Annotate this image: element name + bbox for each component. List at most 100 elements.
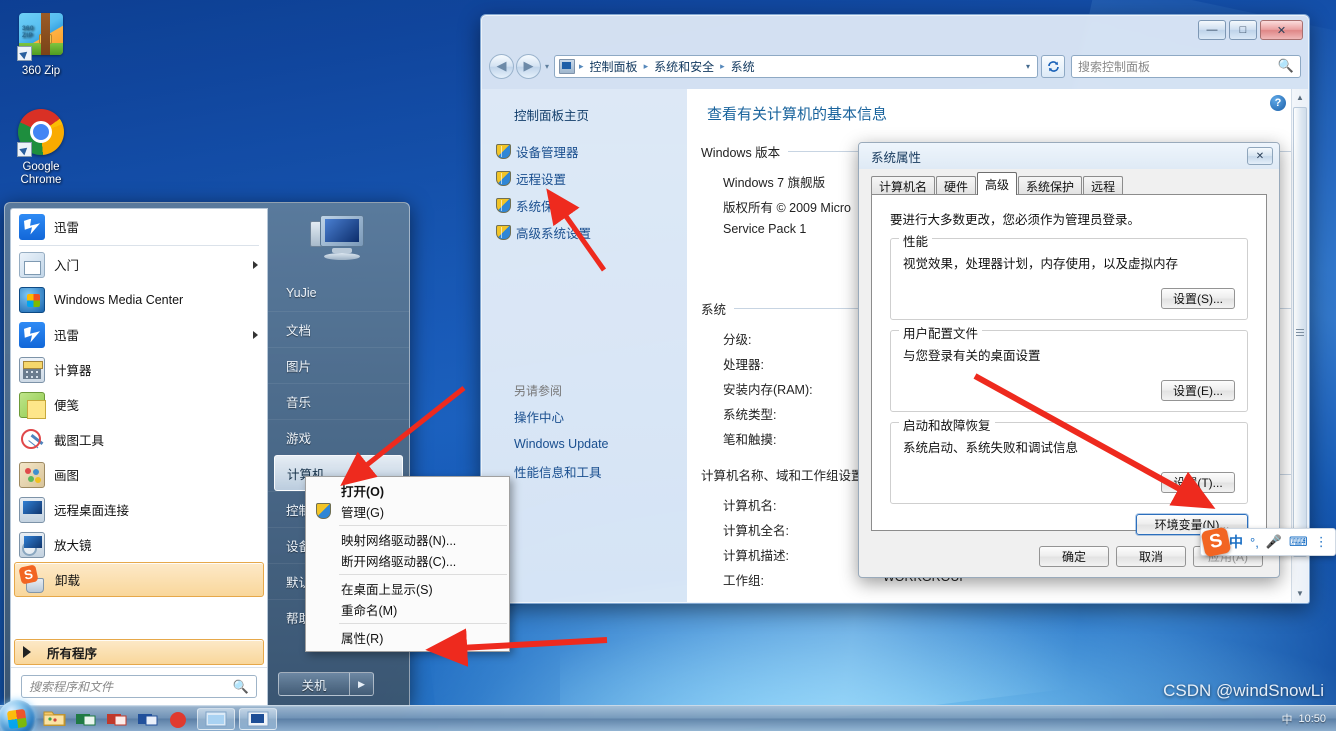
start-menu-item-paint[interactable]: 画图 <box>11 457 267 492</box>
start-menu-right-item-music[interactable]: 音乐 <box>268 383 409 419</box>
back-button[interactable]: ◀ <box>489 53 514 79</box>
start-menu-item-windows-media-center[interactable]: Windows Media Center <box>11 282 267 317</box>
paint-icon <box>19 461 45 488</box>
sidebar-item-home[interactable]: 控制面板主页 <box>482 103 687 138</box>
dialog-close-button[interactable]: ✕ <box>1247 147 1273 165</box>
taskbar[interactable]: 中 10:50 <box>0 699 1336 731</box>
desktop-icon-label-line1: Google <box>22 161 60 173</box>
ok-button[interactable]: 确定 <box>1039 546 1109 567</box>
sidebar-item-system-protection[interactable]: 系统保护 <box>482 192 687 219</box>
see-also-link-action-center[interactable]: 操作中心 <box>514 407 687 426</box>
context-menu-item-properties[interactable]: 属性(R) <box>306 627 509 648</box>
context-menu-item-map-network-drive[interactable]: 映射网络驱动器(N)... <box>306 529 509 550</box>
taskbar-quicklaunch-app-red[interactable] <box>105 708 131 730</box>
group-description: 系统启动、系统失败和调试信息 <box>903 441 1079 455</box>
start-menu-item-magnifier[interactable]: 放大镜 <box>11 527 267 562</box>
system-properties-dialog[interactable]: 系统属性 ✕ 计算机名 硬件 高级 系统保护 远程 要进行大多数更改，您必须作为… <box>858 142 1280 578</box>
menu-separator <box>339 525 507 526</box>
user-profiles-settings-button[interactable]: 设置(E)... <box>1161 380 1235 401</box>
sidebar-item-label: 系统保护 <box>516 200 567 214</box>
shutdown-options-arrow-icon[interactable]: ▶ <box>350 672 374 696</box>
group-performance: 性能 视觉效果，处理器计划，内存使用，以及虚拟内存 设置(S)... <box>890 231 1248 320</box>
scroll-down-arrow-icon[interactable]: ▼ <box>1292 585 1308 602</box>
taskbar-window-button-1[interactable] <box>197 707 235 730</box>
taskbar-quicklaunch-app-green[interactable] <box>74 708 100 730</box>
tab-remote[interactable]: 远程 <box>1083 176 1124 195</box>
chevron-down-icon[interactable]: ▾ <box>1026 62 1033 71</box>
vertical-scrollbar[interactable]: ▲ ▼ <box>1291 89 1308 602</box>
tab-hardware[interactable]: 硬件 <box>936 176 977 195</box>
breadcrumb-item-system[interactable]: 系统 <box>726 57 760 76</box>
recent-pages-dropdown-icon[interactable]: ▾ <box>545 62 549 71</box>
start-menu-item-label: Windows Media Center <box>54 292 184 307</box>
close-button[interactable]: ✕ <box>1260 20 1303 40</box>
ime-toolbar[interactable]: S 中 °, 🎤 ⌨ ⋮ <box>1200 526 1336 558</box>
refresh-button[interactable] <box>1041 54 1065 78</box>
tab-advanced[interactable]: 高级 <box>977 172 1018 195</box>
maximize-button[interactable]: □ <box>1229 20 1257 40</box>
thunder-icon <box>19 321 45 348</box>
start-menu-item-remote-desktop[interactable]: 远程桌面连接 <box>11 492 267 527</box>
more-icon[interactable]: ⋮ <box>1315 534 1328 550</box>
keyboard-icon[interactable]: ⌨ <box>1289 534 1308 550</box>
breadcrumb-item-system-security[interactable]: 系统和安全 <box>649 57 719 76</box>
start-menu-right-item-games[interactable]: 游戏 <box>268 419 409 455</box>
tray-language-indicator[interactable]: 中 <box>1281 711 1292 727</box>
taskbar-quicklaunch-app-blue[interactable] <box>136 708 162 730</box>
shutdown-button[interactable]: 关机 <box>278 672 350 696</box>
all-programs-button[interactable]: 所有程序 <box>14 639 264 665</box>
address-bar[interactable]: ▸ 控制面板 ▸ 系统和安全 ▸ 系统 ▾ <box>554 54 1038 78</box>
context-menu-item-show-on-desktop[interactable]: 在桌面上显示(S) <box>306 578 509 599</box>
start-menu-item-sticky-notes[interactable]: 便笺 <box>11 387 267 422</box>
ime-mode-indicator[interactable]: 中 <box>1229 532 1243 552</box>
see-also-link-windows-update[interactable]: Windows Update <box>514 437 687 451</box>
scrollbar-thumb[interactable] <box>1293 107 1307 557</box>
sidebar-item-device-manager[interactable]: 设备管理器 <box>482 138 687 165</box>
start-menu-search-input[interactable]: 搜索程序和文件 🔍 <box>21 675 257 698</box>
sidebar-item-remote-settings[interactable]: 远程设置 <box>482 165 687 192</box>
start-menu-item-label: 入门 <box>54 259 80 273</box>
taskbar-clock[interactable]: 10:50 <box>1298 713 1330 725</box>
context-menu-item-disconnect-network-drive[interactable]: 断开网络驱动器(C)... <box>306 550 509 571</box>
context-menu-item-manage[interactable]: 管理(G) <box>306 501 509 522</box>
start-menu-right-item-pictures[interactable]: 图片 <box>268 347 409 383</box>
ime-punctuation-icon[interactable]: °, <box>1250 535 1259 550</box>
desktop-icon-360zip[interactable]: 360 Zip <box>2 10 80 78</box>
help-icon[interactable]: ? <box>1270 95 1286 111</box>
avatar[interactable] <box>309 213 368 265</box>
scroll-up-arrow-icon[interactable]: ▲ <box>1292 89 1308 106</box>
taskbar-quicklaunch-app-circle[interactable] <box>167 708 193 730</box>
startup-recovery-settings-button[interactable]: 设置(T)... <box>1161 472 1235 493</box>
tab-computer-name[interactable]: 计算机名 <box>871 176 936 195</box>
cancel-button[interactable]: 取消 <box>1116 546 1186 567</box>
breadcrumb-item-control-panel[interactable]: 控制面板 <box>585 57 643 76</box>
context-menu-item-open[interactable]: 打开(O) <box>306 480 509 501</box>
performance-settings-button[interactable]: 设置(S)... <box>1161 288 1235 309</box>
tab-system-protection[interactable]: 系统保护 <box>1018 176 1083 195</box>
search-control-panel-input[interactable]: 搜索控制面板 🔍 <box>1071 54 1301 78</box>
start-button[interactable] <box>0 699 38 731</box>
microphone-icon[interactable]: 🎤 <box>1266 534 1282 550</box>
dialog-title: 系统属性 <box>871 150 922 165</box>
sogou-ime-logo-icon[interactable]: S <box>1200 526 1232 558</box>
minimize-button[interactable]: — <box>1198 20 1226 40</box>
start-menu-item-getting-started[interactable]: 入门 <box>11 247 267 282</box>
start-menu-item-uninstall[interactable]: 卸载 <box>14 562 264 597</box>
start-menu-right-item-documents[interactable]: 文档 <box>268 311 409 347</box>
context-menu-item-rename[interactable]: 重命名(M) <box>306 599 509 620</box>
taskbar-quicklaunch-explorer[interactable] <box>43 708 69 730</box>
see-also-link-performance-info[interactable]: 性能信息和工具 <box>514 462 687 481</box>
forward-button[interactable]: ▶ <box>516 53 541 79</box>
start-menu-item-calculator[interactable]: 计算器 <box>11 352 267 387</box>
taskbar-window-button-2[interactable] <box>239 707 277 730</box>
dialog-titlebar[interactable]: 系统属性 ✕ <box>859 143 1279 169</box>
shield-icon <box>496 198 511 213</box>
start-menu-item-snipping-tool[interactable]: 截图工具 <box>11 422 267 457</box>
sidebar-item-advanced-system-settings[interactable]: 高级系统设置 <box>482 219 687 246</box>
desktop-icon-chrome[interactable]: Google Chrome <box>2 108 80 187</box>
start-menu-user-name[interactable]: YuJie <box>268 275 409 311</box>
start-menu-item-thunder[interactable]: 迅雷 <box>11 209 267 244</box>
control-panel-titlebar[interactable]: — □ ✕ <box>481 15 1309 45</box>
computer-context-menu[interactable]: 打开(O) 管理(G) 映射网络驱动器(N)... 断开网络驱动器(C)... … <box>305 476 510 652</box>
start-menu-item-thunder-2[interactable]: 迅雷 <box>11 317 267 352</box>
